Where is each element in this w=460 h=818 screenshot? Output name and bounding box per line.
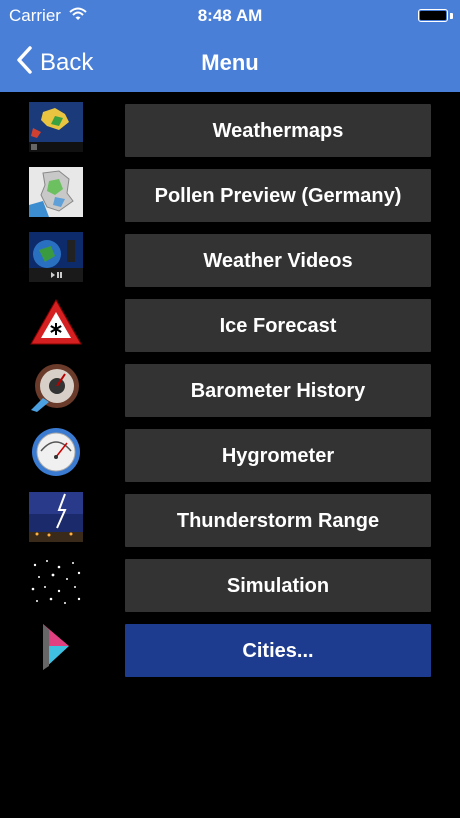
weather-videos-button[interactable]: Weather Videos <box>125 234 431 287</box>
barometer-history-button[interactable]: Barometer History <box>125 364 431 417</box>
cities-icon[interactable] <box>29 622 83 672</box>
hygrometer-button[interactable]: Hygrometer <box>125 429 431 482</box>
status-time: 8:48 AM <box>197 6 263 25</box>
weathermaps-button[interactable]: Weathermaps <box>125 104 431 157</box>
ice-forecast-button[interactable]: Ice Forecast <box>125 299 431 352</box>
status-bar: Carrier 8:48 AM <box>0 0 460 36</box>
menu-item-hygrometer: Hygrometer <box>0 423 460 482</box>
battery-icon <box>418 9 448 22</box>
hygrometer-icon[interactable] <box>29 427 83 477</box>
menu-item-thunderstorm-range: Thunderstorm Range <box>0 488 460 547</box>
simulation-button[interactable]: Simulation <box>125 559 431 612</box>
menu-item-ice-forecast: Ice Forecast <box>0 293 460 352</box>
menu-item-simulation: Simulation <box>0 553 460 612</box>
lightning-thumbnail[interactable] <box>29 492 83 542</box>
ice-warning-icon[interactable] <box>29 297 83 347</box>
menu-item-pollen-preview: Pollen Preview (Germany) <box>0 163 460 222</box>
pollen-map-thumbnail[interactable] <box>29 167 83 217</box>
thunderstorm-range-button[interactable]: Thunderstorm Range <box>125 494 431 547</box>
navigation-bar: Back Menu <box>0 36 460 92</box>
pollen-preview-button[interactable]: Pollen Preview (Germany) <box>125 169 431 222</box>
menu-item-weathermaps: Weathermaps <box>0 98 460 157</box>
menu-item-cities: Cities... <box>0 618 460 677</box>
menu-item-barometer-history: Barometer History <box>0 358 460 417</box>
simulation-thumbnail[interactable] <box>29 557 83 607</box>
menu-item-weather-videos: Weather Videos <box>0 228 460 287</box>
page-title: Menu <box>201 50 259 75</box>
weather-video-thumbnail[interactable] <box>29 232 83 282</box>
barometer-icon[interactable] <box>29 362 83 412</box>
cities-button[interactable]: Cities... <box>125 624 431 677</box>
weather-map-thumbnail[interactable] <box>29 102 83 152</box>
battery-tip <box>450 13 453 19</box>
